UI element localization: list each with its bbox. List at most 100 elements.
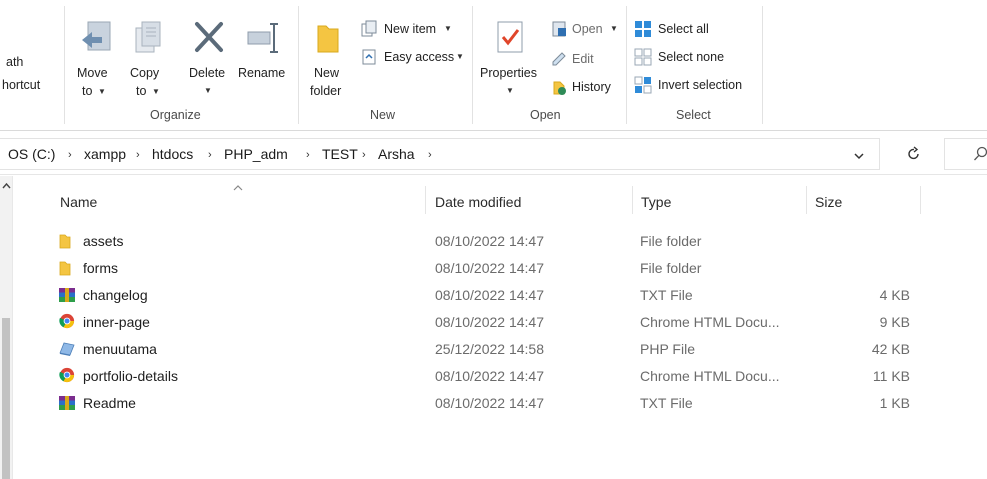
breadcrumb-chevron-icon[interactable]: › [208,149,212,161]
file-date: 08/10/2022 14:47 [435,314,544,330]
delete-button[interactable]: Delete ▼ [186,18,232,104]
file-date: 08/10/2022 14:47 [435,368,544,384]
file-name: inner-page [83,314,150,330]
file-name: assets [83,233,124,249]
edit-icon [552,52,566,66]
breadcrumb-chevron-icon[interactable]: › [306,149,310,161]
copy-label: Copy [130,66,160,80]
file-name: Readme [83,395,136,411]
chevron-down-icon: ▼ [98,87,106,96]
invert-selection-label: Invert selection [658,78,743,92]
file-row[interactable]: assets 08/10/2022 14:47 File folder [50,228,930,255]
file-date: 25/12/2022 14:58 [435,341,544,357]
paste-shortcut-label[interactable]: hortcut [2,78,40,92]
move-label: Move [77,66,108,80]
breadcrumb-drive[interactable]: OS (C:) [8,146,55,162]
chrome-icon [59,313,75,329]
folder-icon [59,234,71,249]
new-group-label: New [370,108,396,122]
history-button[interactable]: History [550,78,620,98]
breadcrumb-chevron-icon[interactable]: › [428,149,432,161]
chrome-icon [59,367,75,383]
properties-label: Properties [480,66,537,80]
invert-selection-icon [634,76,652,94]
refresh-button[interactable] [896,138,932,170]
file-type: TXT File [640,287,693,303]
copy-path-label[interactable]: ath [6,55,23,69]
ribbon-separator [472,6,473,124]
breadcrumb-arsha[interactable]: Arsha [378,146,415,162]
column-divider[interactable] [806,186,807,214]
history-label: History [572,80,611,94]
file-date: 08/10/2022 14:47 [435,233,544,249]
new-folder-button[interactable]: New folder [306,18,350,104]
file-size: 1 KB [879,395,910,411]
chevron-down-icon[interactable] [852,149,866,163]
open-icon [552,21,566,37]
file-name: portfolio-details [83,368,178,384]
file-row[interactable]: forms 08/10/2022 14:47 File folder [50,255,930,282]
pane-divider [12,176,13,479]
address-path[interactable]: OS (C:) › xampp › htdocs › PHP_adm › TES… [0,138,880,170]
column-size[interactable]: Size [815,194,842,210]
new-item-icon [361,20,377,37]
file-row[interactable]: changelog 08/10/2022 14:47 TXT File 4 KB [50,282,930,309]
rename-button[interactable]: Rename [238,18,290,104]
file-row[interactable]: portfolio-details 08/10/2022 14:47 Chrom… [50,363,930,390]
ribbon-separator [762,6,763,124]
move-to-label: to [82,84,93,98]
breadcrumb-xampp[interactable]: xampp [84,146,126,162]
file-date: 08/10/2022 14:47 [435,287,544,303]
file-row[interactable]: Readme 08/10/2022 14:47 TXT File 1 KB [50,390,930,417]
select-none-icon [634,48,652,66]
move-to-button[interactable]: Move to ▼ [74,18,118,104]
rename-icon [247,23,278,53]
select-all-button[interactable]: Select all [634,20,754,40]
folder-icon [59,261,71,276]
column-divider[interactable] [425,186,426,214]
column-type[interactable]: Type [641,194,671,210]
scroll-up-icon[interactable] [2,182,11,191]
delete-icon [195,22,223,52]
chevron-down-icon: ▼ [152,87,160,96]
column-divider[interactable] [920,186,921,214]
breadcrumb-php-adm[interactable]: PHP_adm [224,146,288,162]
search-box[interactable] [944,138,987,170]
chevron-down-icon: ▼ [456,52,464,61]
file-date: 08/10/2022 14:47 [435,260,544,276]
breadcrumb-test[interactable]: TEST [322,146,358,162]
column-date-modified[interactable]: Date modified [435,194,521,210]
select-none-button[interactable]: Select none [634,48,754,68]
winrar-icon [59,396,75,410]
history-icon [553,81,566,95]
copy-to-button[interactable]: Copy to ▼ [126,18,170,104]
breadcrumb-chevron-icon[interactable]: › [68,149,72,161]
column-name[interactable]: Name [60,194,97,210]
copy-to-icon [135,21,161,53]
chevron-down-icon: ▼ [444,24,452,33]
new-item-button[interactable]: New item ▼ [360,20,470,40]
edit-button[interactable]: Edit [550,50,620,70]
breadcrumb-chevron-icon[interactable]: › [362,149,366,161]
select-all-icon [635,21,651,37]
scrollbar-thumb[interactable] [2,318,10,479]
file-row[interactable]: inner-page 08/10/2022 14:47 Chrome HTML … [50,309,930,336]
open-button[interactable]: Open ▼ [550,20,620,40]
invert-selection-button[interactable]: Invert selection [634,76,758,96]
file-size: 9 KB [879,314,910,330]
nav-pane-scrollbar[interactable] [0,176,12,479]
breadcrumb-htdocs[interactable]: htdocs [152,146,193,162]
new-folder-label-1: New [314,66,340,80]
properties-icon [497,21,523,53]
file-type: Chrome HTML Docu... [640,368,780,384]
easy-access-button[interactable]: Easy access ▼ [360,48,470,68]
file-row[interactable]: menuutama 25/12/2022 14:58 PHP File 42 K… [50,336,930,363]
column-divider[interactable] [632,186,633,214]
delete-label: Delete [189,66,226,80]
organize-group-label: Organize [150,108,201,122]
select-group-label: Select [676,108,711,122]
properties-button[interactable]: Properties ▼ [478,18,544,104]
easy-access-label: Easy access [384,50,455,64]
breadcrumb-chevron-icon[interactable]: › [136,149,140,161]
chevron-down-icon: ▼ [506,86,514,95]
